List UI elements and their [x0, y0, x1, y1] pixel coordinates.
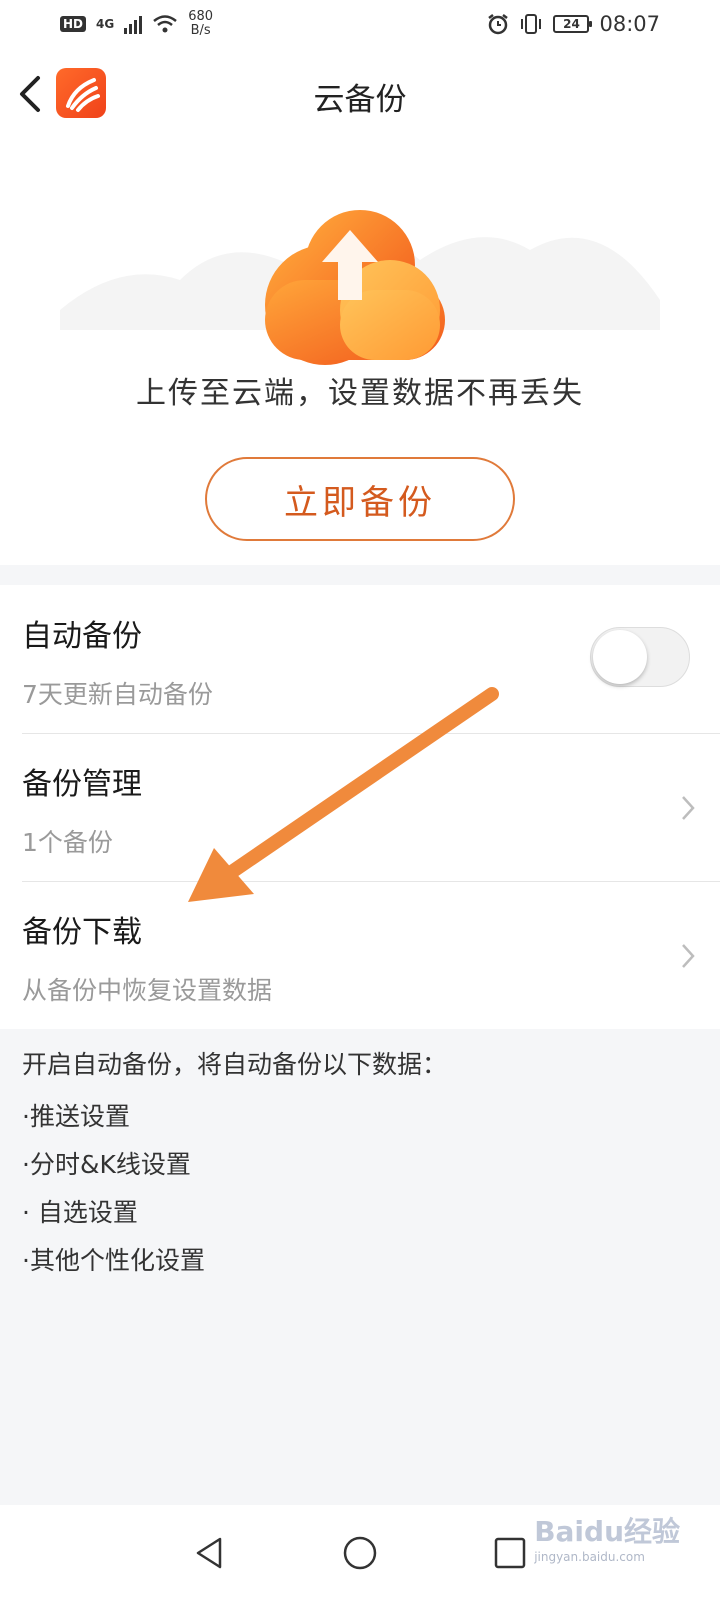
auto-backup-row: 自动备份 7天更新自动备份 — [0, 585, 720, 733]
network-speed-unit: B/s — [190, 23, 211, 38]
hd-badge: HD — [60, 16, 87, 32]
backup-manage-subtitle: 1个备份 — [22, 828, 113, 857]
toggle-knob — [593, 630, 647, 684]
status-left: HD 4G 680 B/s — [60, 10, 213, 38]
nav-recents-icon[interactable] — [490, 1533, 530, 1573]
info-item: ·推送设置 — [22, 1102, 130, 1131]
battery-icon: 24 — [553, 15, 593, 33]
chevron-right-icon — [682, 944, 695, 968]
watermark-url: jingyan.baidu.com — [534, 1550, 645, 1564]
cloud-upload-icon — [60, 210, 660, 365]
network-speed: 680 B/s — [188, 10, 213, 38]
hero-tagline: 上传至云端，设置数据不再丢失 — [136, 376, 584, 411]
settings-list: 自动备份 7天更新自动备份 备份管理 1个备份 备份下载 从备份中恢复设置数据 — [0, 585, 720, 1029]
auto-backup-info: 开启自动备份，将自动备份以下数据： ·推送设置 ·分时&K线设置 · 自选设置 … — [22, 1045, 702, 1285]
backup-manage-row[interactable]: 备份管理 1个备份 — [0, 733, 720, 881]
backup-now-button[interactable]: 立即备份 — [205, 457, 515, 541]
backup-download-title: 备份下载 — [22, 915, 142, 950]
network-type: 4G — [96, 17, 115, 31]
hero-section: 上传至云端，设置数据不再丢失 立即备份 — [0, 140, 720, 565]
chevron-right-icon — [682, 796, 695, 820]
nav-home-icon[interactable] — [340, 1533, 380, 1573]
status-bar: HD 4G 680 B/s 24 08:07 — [0, 0, 720, 48]
nav-back-icon[interactable] — [190, 1533, 230, 1573]
battery-level: 24 — [563, 17, 580, 31]
backup-manage-title: 备份管理 — [22, 767, 142, 802]
page-title: 云备份 — [313, 82, 407, 118]
info-item: ·其他个性化设置 — [22, 1246, 205, 1275]
watermark: Baidu经验 jingyan.baidu.com — [534, 1510, 680, 1564]
info-heading: 开启自动备份，将自动备份以下数据： — [22, 1050, 448, 1079]
alarm-icon — [488, 14, 509, 35]
status-right: 24 08:07 — [487, 12, 660, 36]
backup-download-row[interactable]: 备份下载 从备份中恢复设置数据 — [0, 881, 720, 1029]
info-item: · 自选设置 — [22, 1198, 138, 1227]
auto-backup-toggle[interactable] — [590, 627, 690, 687]
backup-download-subtitle: 从备份中恢复设置数据 — [22, 976, 273, 1005]
wifi-icon — [153, 15, 178, 33]
vibrate-icon — [521, 14, 542, 34]
watermark-brand: Baidu经验 — [534, 1515, 680, 1548]
network-speed-value: 680 — [188, 9, 214, 24]
signal-icon — [124, 14, 143, 34]
clock: 08:07 — [599, 12, 660, 36]
auto-backup-title: 自动备份 — [22, 619, 142, 654]
header: 云备份 — [0, 48, 720, 140]
auto-backup-subtitle: 7天更新自动备份 — [22, 680, 213, 709]
info-item: ·分时&K线设置 — [22, 1150, 191, 1179]
